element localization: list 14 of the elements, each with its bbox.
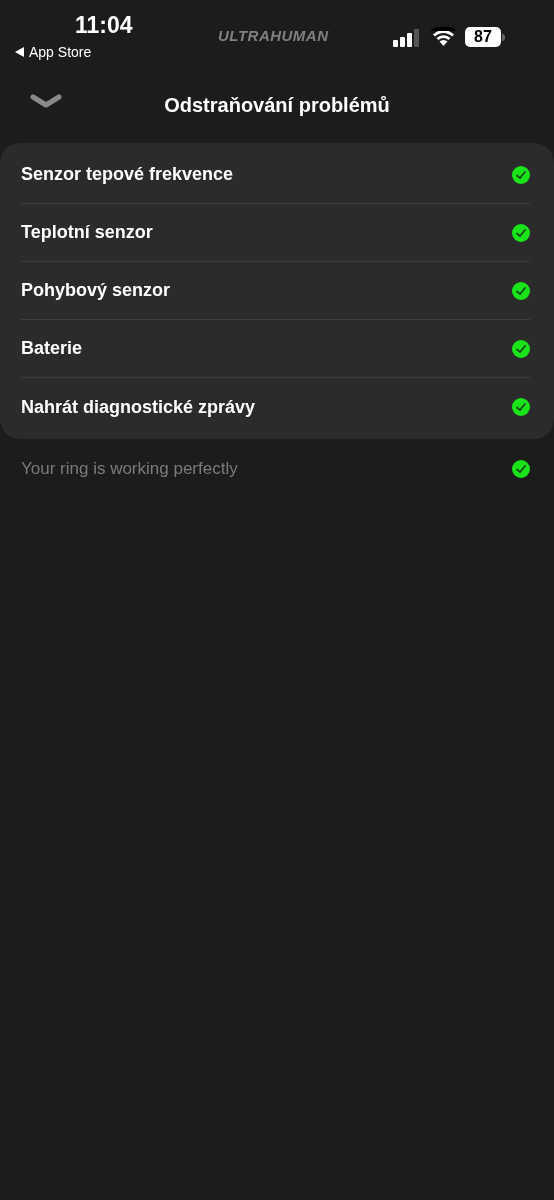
back-to-app-link[interactable]: App Store [15, 45, 92, 59]
app-name-text: ULTRAHUMAN [218, 28, 329, 43]
chevron-down-icon[interactable] [30, 94, 62, 108]
summary-text: Your ring is working perfectly [21, 458, 238, 481]
check-label: Teplotní senzor [21, 221, 153, 244]
check-label: Pohybový senzor [21, 279, 171, 302]
back-arrow-icon [15, 47, 24, 57]
signal-icon [393, 29, 420, 47]
check-label: Baterie [21, 337, 83, 360]
status-time: 11:04 [75, 14, 133, 37]
screen-title: Odstraňování problémů [164, 92, 390, 118]
wifi-icon [431, 27, 456, 46]
check-label: Senzor tepové frekvence [21, 163, 234, 186]
check-label: Nahrát diagnostické zprávy [21, 395, 256, 419]
